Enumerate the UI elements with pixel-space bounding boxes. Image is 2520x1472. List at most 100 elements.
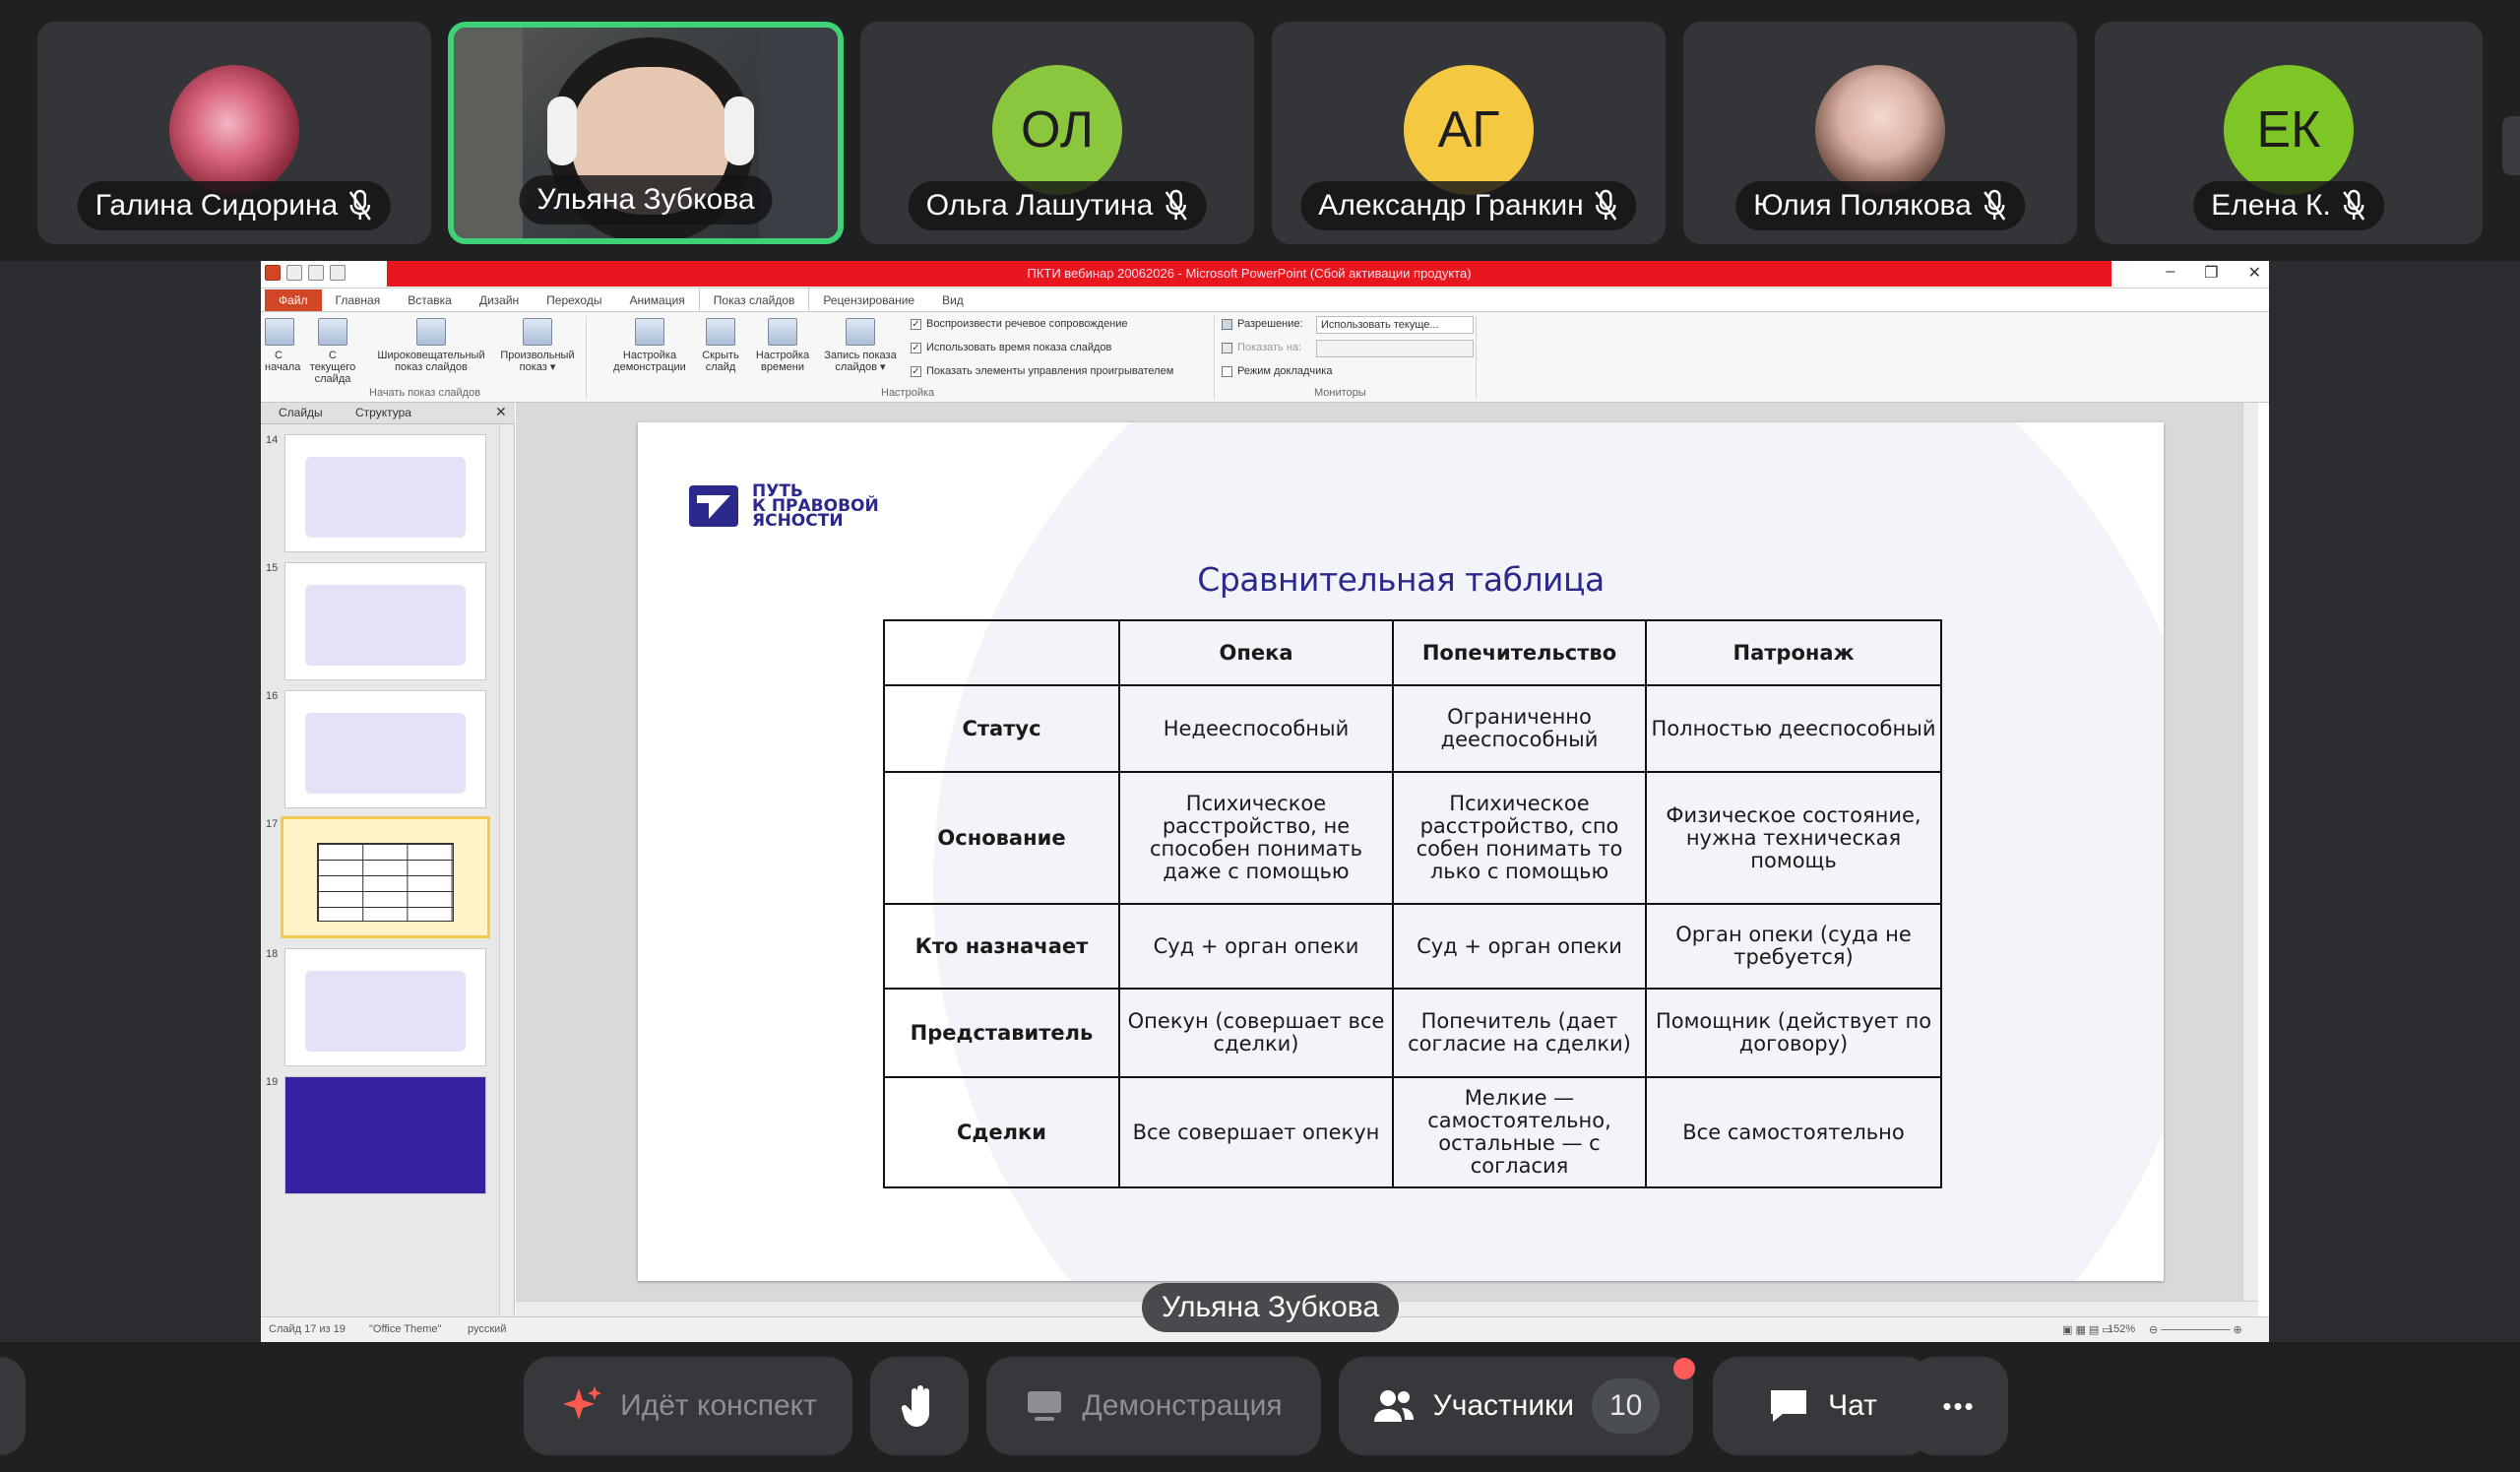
checkbox-narration[interactable]: ✓ Воспроизвести речевое сопровождение (911, 318, 1128, 330)
participant-tile-active[interactable]: Ульяна Зубкова (448, 22, 844, 244)
participant-tile[interactable]: Галина Сидорина (37, 22, 431, 244)
participant-name: Ольга Лашутина (925, 189, 1154, 222)
pane-tabs: Слайды Структура ✕ (261, 403, 515, 424)
slides-pane: Слайды Структура ✕ 14 15 16 17 18 19 (261, 403, 515, 1316)
table-row: Основание Психическое расстройство, не с… (883, 771, 1942, 905)
slide-number: 18 (266, 948, 279, 960)
slide-editor: ПУТЬ К ПРАВОВОЙ ЯСНОСТИ Сравнительная та… (516, 403, 2258, 1316)
summary-button[interactable]: Идёт конспект (524, 1357, 852, 1455)
summary-label: Идёт конспект (620, 1389, 817, 1422)
show-on-label: Показать на: (1222, 342, 1301, 353)
table-row: Сделки Все совершает опекун Мелкие — сам… (883, 1076, 1942, 1188)
ppt-logo-icon (265, 265, 281, 281)
slide-thumbnail[interactable] (284, 562, 486, 680)
table-cell: Ограниченно дееспособный (1392, 684, 1647, 773)
close-pane-icon[interactable]: ✕ (495, 404, 507, 420)
participant-tile[interactable]: Юлия Полякова (1683, 22, 2077, 244)
tab-outline[interactable]: Структура (355, 406, 411, 419)
tab-transitions[interactable]: Переходы (533, 289, 615, 311)
slide-thumbnail[interactable] (284, 1076, 486, 1194)
participant-tile[interactable]: ОЛ Ольга Лашутина (860, 22, 1254, 244)
scroll-participants-handle[interactable] (2502, 116, 2520, 175)
mic-muted-icon (2342, 189, 2364, 221)
screen-share-label: Демонстрация (1082, 1389, 1283, 1422)
record-show-button[interactable]: Запись показа слайдов ▾ (818, 318, 903, 373)
comparison-table: Опека Попечительство Патронаж Статус Нед… (883, 619, 1942, 1188)
participant-name: Юлия Полякова (1753, 189, 1972, 222)
redo-icon[interactable] (330, 265, 346, 281)
table-cell: Все самостоятельно (1645, 1076, 1942, 1188)
tab-slideshow[interactable]: Показ слайдов (698, 288, 810, 311)
row-header: Статус (883, 684, 1120, 773)
checkbox-presenter-view[interactable]: Режим докладчика (1222, 365, 1332, 377)
setup-show-button[interactable]: Настройка демонстрации (610, 318, 689, 373)
from-beginning-button[interactable]: Сначала (265, 318, 300, 373)
table-header-cell: Патронаж (1645, 619, 1942, 686)
checkbox-media-controls[interactable]: ✓ Показать элементы управления проигрыват… (911, 365, 1173, 377)
tab-view[interactable]: Вид (928, 289, 977, 311)
participant-name: Ульяна Зубкова (536, 183, 755, 216)
table-cell: Психическое расстройство, не способен по… (1118, 771, 1394, 905)
tab-design[interactable]: Дизайн (466, 289, 533, 311)
minimize-icon[interactable]: – (2166, 263, 2174, 283)
participants-button[interactable]: Участники 10 (1339, 1357, 1693, 1455)
from-current-button[interactable]: С текущего слайда (308, 318, 357, 385)
undo-icon[interactable] (308, 265, 324, 281)
checkbox-use-timings[interactable]: ✓ Использовать время показа слайдов (911, 342, 1111, 353)
slideshow-icon (318, 318, 347, 346)
chat-button[interactable]: Чат (1713, 1357, 1931, 1455)
participant-name: Галина Сидорина (94, 189, 339, 222)
tab-insert[interactable]: Вставка (394, 289, 466, 311)
slide-thumbnail-selected[interactable] (281, 816, 490, 938)
notification-dot (1673, 1358, 1695, 1379)
raise-hand-button[interactable] (870, 1357, 969, 1455)
maximize-icon[interactable]: ❐ (2204, 263, 2218, 283)
custom-show-button[interactable]: Произвольный показ ▾ (497, 318, 578, 373)
table-cell: Опекун (совершает все сделки) (1118, 988, 1394, 1078)
participant-tile[interactable]: ЕК Елена К. (2095, 22, 2483, 244)
thumb-content (285, 1077, 485, 1193)
editor-vertical-scrollbar[interactable] (2242, 403, 2258, 1301)
tab-file[interactable]: Файл (265, 289, 322, 311)
slide-thumbnail[interactable] (284, 690, 486, 808)
slide-thumbnail[interactable] (284, 434, 486, 552)
hide-slide-button[interactable]: Скрыть слайд (699, 318, 742, 373)
save-icon[interactable] (286, 265, 302, 281)
tab-slides[interactable]: Слайды (279, 406, 323, 419)
mic-muted-icon (1165, 189, 1187, 221)
theme-name: "Office Theme" (369, 1323, 442, 1335)
window-controls: – ❐ ✕ (2166, 263, 2261, 283)
participant-name: Александр Гранкин (1318, 189, 1584, 222)
participant-tile[interactable]: АГ Александр Гранкин (1272, 22, 1666, 244)
custom-show-icon (523, 318, 552, 346)
table-cell: Полностью дееспособный (1645, 684, 1942, 773)
more-options-button[interactable]: ••• (1910, 1357, 2008, 1455)
table-row: Представитель Опекун (совершает все сдел… (883, 988, 1942, 1078)
slideshow-icon (265, 318, 294, 346)
table-cell: Орган опеки (суда не требуется) (1645, 903, 1942, 990)
table-cell: Мелкие — самостоятельно, остальные — с с… (1392, 1076, 1647, 1188)
resolution-dropdown[interactable]: Использовать текуще... (1316, 316, 1474, 334)
slide-number: 16 (266, 690, 279, 702)
row-header: Представитель (883, 988, 1120, 1078)
rehearse-timings-button[interactable]: Настройка времени (753, 318, 812, 373)
close-icon[interactable]: ✕ (2248, 263, 2261, 283)
pane-scrollbar[interactable] (499, 424, 513, 1316)
tab-animation[interactable]: Анимация (615, 289, 698, 311)
zoom-slider[interactable]: ⊖ ───────── ⊕ (2149, 1323, 2242, 1336)
slide-title: Сравнительная таблица (1197, 560, 1605, 599)
tab-review[interactable]: Рецензирование (809, 289, 928, 311)
hide-slide-icon (706, 318, 735, 346)
logo-mark-icon (689, 485, 738, 527)
table-cell: Физическое состояние, нужна техническая … (1645, 771, 1942, 905)
show-on-dropdown[interactable] (1316, 340, 1474, 357)
left-control-stub[interactable] (0, 1357, 26, 1455)
tab-home[interactable]: Главная (322, 289, 395, 311)
zoom-level: 152% (2108, 1323, 2136, 1335)
logo-text: ПУТЬ К ПРАВОВОЙ ЯСНОСТИ (752, 480, 879, 531)
avatar (169, 65, 299, 195)
view-buttons[interactable]: ▣ ▦ ▤ ▭ (2062, 1323, 2112, 1336)
screen-share-button[interactable]: Демонстрация (986, 1357, 1321, 1455)
slide-thumbnail[interactable] (284, 948, 486, 1066)
broadcast-button[interactable]: Широковещательный показ слайдов (369, 318, 493, 373)
